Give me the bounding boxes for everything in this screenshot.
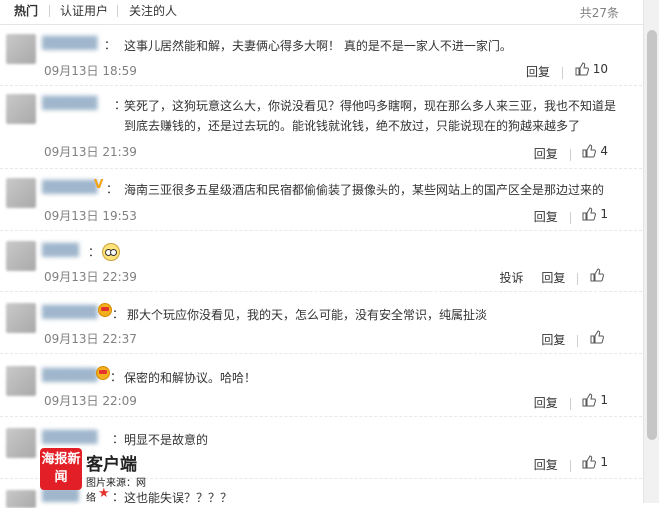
comment-text: 这事儿居然能和解，夫妻俩心得多大啊！ 真的是不是一家人不进一家门。 <box>124 39 512 53</box>
comment-text: 那大个玩应你没看见，我的天，怎么可能，没有安全常识，纯属扯淡 <box>127 308 488 322</box>
like-button[interactable]: 4 <box>582 144 608 158</box>
shocked-emoji-icon <box>102 243 120 261</box>
comment-actions: 投诉 回复 <box>499 268 608 286</box>
comment-actions: 回复 4 <box>534 144 608 162</box>
like-count: 1 <box>600 207 608 221</box>
comment-date: 09月13日 22:39 <box>44 270 137 284</box>
comment-text: 海南三亚很多五星级酒店和民宿都偷偷装了摄像头的，某些网站上的国产区全是那边过来的 <box>124 183 605 197</box>
scrollbar[interactable] <box>643 0 659 503</box>
watermark: 海报新闻 客户端 图片来源：网络 <box>40 446 150 504</box>
action-divider <box>569 148 571 161</box>
action-divider <box>569 211 571 224</box>
avatar[interactable] <box>6 428 36 458</box>
colon: ： <box>106 182 119 196</box>
thumbs-up-icon <box>582 455 597 469</box>
like-count: 1 <box>600 393 608 407</box>
username[interactable]: ██████ <box>42 180 97 194</box>
tab-divider <box>117 5 118 17</box>
colon: ： <box>88 245 101 259</box>
colon: ： <box>112 432 125 446</box>
comment-actions: 回复 1 <box>534 393 608 411</box>
thumbs-up-icon <box>590 330 604 344</box>
crown-badge-icon <box>96 366 110 380</box>
username[interactable]: ██████ <box>42 368 97 382</box>
comment-date: 09月13日 22:37 <box>44 332 137 346</box>
tab-divider <box>49 5 50 17</box>
comment-text: 笑死了，这狗玩意这么大，你说没看见？得他吗多瞎啊，现在那么多人来三亚，我也不知道… <box>124 99 617 133</box>
reply-button[interactable]: 回复 <box>534 394 558 411</box>
username[interactable]: ██████ <box>42 36 112 50</box>
like-count: 10 <box>592 62 608 76</box>
comment-item: ██████ ： 这事儿居然能和解，夫妻俩心得多大啊！ 真的是不是一家人不进一家… <box>0 28 642 86</box>
action-divider <box>561 66 563 79</box>
thumbs-up-icon <box>582 207 597 221</box>
avatar[interactable] <box>6 178 36 208</box>
reply-button[interactable]: 回复 <box>534 145 558 162</box>
tab-bar: 热门 认证用户 关注的人 共27条 <box>0 0 659 25</box>
action-divider <box>577 334 579 347</box>
action-divider <box>569 397 571 410</box>
like-count: 1 <box>600 455 608 469</box>
verified-v-icon: V <box>94 177 104 191</box>
tab-verified-users[interactable]: 认证用户 <box>60 4 108 18</box>
username[interactable]: ████ <box>42 243 82 257</box>
comment-item: ████ ： 09月13日 22:39 投诉 回复 <box>0 235 642 292</box>
comment-item: ██████ ： 那大个玩应你没看见，我的天，怎么可能，没有安全常识，纯属扯淡 … <box>0 297 642 354</box>
comment-count: 共27条 <box>579 6 619 20</box>
comment-actions: 回复 1 <box>534 455 608 473</box>
image-source: 图片来源：网络 <box>86 478 146 504</box>
like-button[interactable]: 1 <box>582 455 608 469</box>
comment-actions: 回复 1 <box>534 207 608 225</box>
like-button[interactable] <box>590 268 608 282</box>
hibao-logo: 海报新闻 <box>40 448 82 490</box>
thumbs-up-icon <box>590 268 604 282</box>
thumbs-up-icon <box>582 393 597 407</box>
avatar[interactable] <box>6 94 36 124</box>
comment-item: ██████ V ： 海南三亚很多五星级酒店和民宿都偷偷装了摄像头的，某些网站上… <box>0 172 642 231</box>
avatar[interactable] <box>6 241 36 271</box>
watermark-title: 客户端 <box>86 455 137 475</box>
avatar[interactable] <box>6 303 36 333</box>
comment-date: 09月13日 21:39 <box>44 145 137 159</box>
tab-hot[interactable]: 热门 <box>14 4 38 18</box>
comment-text: 这也能失误？？？？ <box>124 491 233 505</box>
avatar[interactable] <box>6 366 36 396</box>
like-button[interactable] <box>590 330 608 344</box>
username[interactable]: ██████ <box>42 430 108 444</box>
reply-button[interactable]: 回复 <box>526 63 550 80</box>
like-count: 4 <box>600 144 608 158</box>
thumbs-up-icon <box>582 144 597 158</box>
colon: ： <box>110 370 123 384</box>
thumbs-up-icon <box>575 62 589 76</box>
reply-button[interactable]: 回复 <box>541 331 565 348</box>
scrollbar-thumb[interactable] <box>647 30 657 440</box>
username[interactable]: ██████ <box>42 96 104 110</box>
like-button[interactable]: 10 <box>575 62 608 76</box>
comment-item: ██████ ： 笑死了，这狗玩意这么大，你说没看见？得他吗多瞎啊，现在那么多人… <box>0 88 642 169</box>
comment-date: 09月13日 18:59 <box>44 64 137 78</box>
colon: ： <box>104 38 117 52</box>
colon: ： <box>112 307 125 321</box>
username[interactable]: ██████ <box>42 305 97 319</box>
action-divider <box>569 459 571 472</box>
comment-item: ██████ ： 保密的和解协议。哈哈！ 09月13日 22:09 回复 1 <box>0 360 642 417</box>
like-button[interactable]: 1 <box>582 207 608 221</box>
avatar[interactable] <box>6 34 36 64</box>
comment-text: 保密的和解协议。哈哈！ <box>124 371 257 385</box>
reply-button[interactable]: 回复 <box>541 269 565 286</box>
comment-actions: 回复 <box>541 330 608 348</box>
avatar[interactable] <box>6 490 36 508</box>
comment-actions: 回复 10 <box>526 62 608 80</box>
action-divider <box>577 272 579 285</box>
crown-badge-icon <box>98 303 112 317</box>
comment-date: 09月13日 22:09 <box>44 394 137 408</box>
comment-text <box>102 243 616 264</box>
reply-button[interactable]: 回复 <box>534 456 558 473</box>
report-button[interactable]: 投诉 <box>499 269 523 286</box>
comment-date: 09月13日 19:53 <box>44 209 137 223</box>
reply-button[interactable]: 回复 <box>534 208 558 225</box>
tab-following[interactable]: 关注的人 <box>129 4 177 18</box>
like-button[interactable]: 1 <box>582 393 608 407</box>
comment-text: 明显不是故意的 <box>124 433 209 447</box>
